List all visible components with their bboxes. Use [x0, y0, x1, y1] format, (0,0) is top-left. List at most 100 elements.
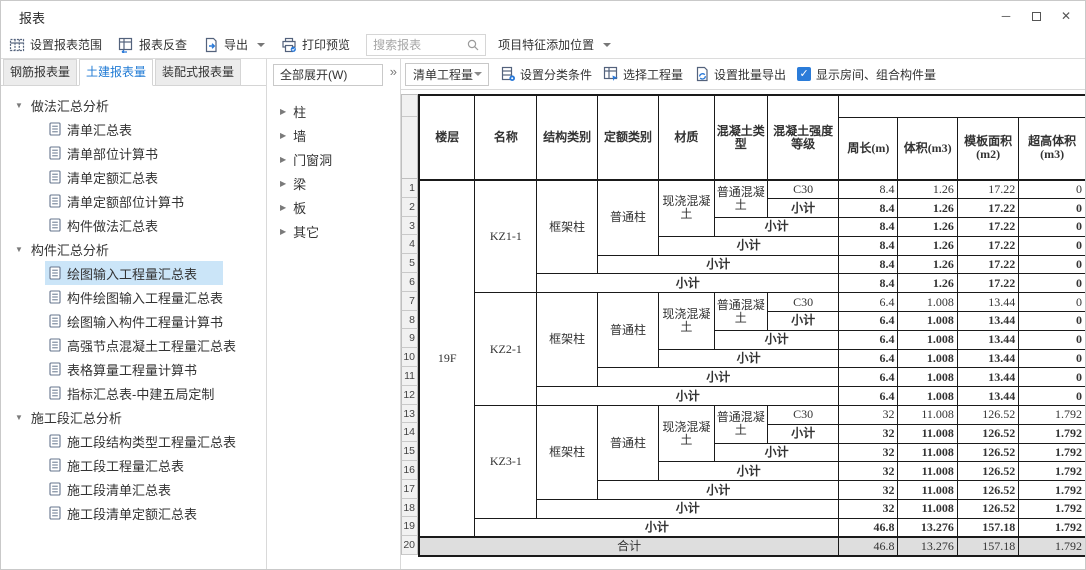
print-preview-button[interactable]: 打印预览: [281, 36, 350, 53]
report-tree-item[interactable]: 清单汇总表: [45, 117, 158, 141]
table-cell: 157.18: [957, 537, 1018, 556]
report-tree-item[interactable]: 构件绘图输入工程量汇总表: [45, 285, 249, 309]
table-header-cell: 结构类别: [537, 95, 598, 180]
row-number: 20: [401, 536, 418, 555]
tab-rebar-reports[interactable]: 钢筋报表量: [3, 59, 77, 85]
report-search-input[interactable]: [373, 36, 469, 54]
report-tree-item[interactable]: 绘图输入工程量汇总表: [45, 261, 223, 285]
table-header-cell: 混凝土强度等级: [767, 95, 839, 180]
expanded-arrow-icon: ▼: [15, 413, 23, 422]
select-quantity-label: 选择工程量: [623, 66, 683, 83]
close-button[interactable]: ✕: [1051, 1, 1081, 31]
search-icon: [466, 38, 480, 52]
expanded-arrow-icon: ▼: [15, 101, 23, 110]
table-cell: 小计: [598, 255, 839, 274]
quantity-summary-table: 楼层名称结构类别定额类别材质混凝土类型混凝土强度等级周长(m)体积(m3)模板面…: [418, 94, 1086, 557]
report-tree-item[interactable]: 清单部位计算书: [45, 141, 184, 165]
report-tree-item-label: 高强节点混凝土工程量汇总表: [67, 336, 236, 355]
report-backcheck-icon: [118, 37, 134, 53]
report-tree-item[interactable]: 构件做法汇总表: [45, 213, 184, 237]
maximize-icon: [1032, 12, 1041, 21]
table-cell: 13.44: [957, 349, 1018, 368]
report-tree-item[interactable]: 高强节点混凝土工程量汇总表: [45, 333, 262, 357]
select-quantity-icon: [603, 66, 619, 82]
show-room-combined-checkbox[interactable]: ✓: [797, 67, 811, 81]
maximize-button[interactable]: [1021, 1, 1051, 31]
batch-export-icon: [694, 66, 710, 82]
row-number: 7: [401, 292, 418, 311]
table-cell: 0: [1019, 293, 1086, 312]
table-cell: 普通柱: [598, 180, 659, 255]
report-tree-item[interactable]: 施工段工程量汇总表: [45, 453, 210, 477]
component-tree-item[interactable]: ▶柱: [267, 99, 400, 123]
batch-export-label: 设置批量导出: [714, 66, 786, 83]
table-cell: 0: [1019, 274, 1086, 293]
component-tree-item[interactable]: ▶板: [267, 195, 400, 219]
minimize-button[interactable]: ─: [991, 1, 1021, 31]
collapsed-arrow-icon: ▶: [280, 179, 286, 188]
expand-all-button[interactable]: 全部展开(W): [273, 64, 383, 86]
report-grid: 1234567891011121314151617181920 楼层名称结构类别…: [401, 94, 1086, 570]
report-tree-item[interactable]: 施工段结构类型工程量汇总表: [45, 429, 262, 453]
component-tree-item[interactable]: ▶其它: [267, 219, 400, 243]
component-panel: 全部展开(W) » ▶柱▶墙▶门窗洞▶梁▶板▶其它: [267, 59, 401, 570]
set-classification-button[interactable]: 设置分类条件: [500, 66, 592, 83]
feature-position-button[interactable]: 项目特征添加位置: [498, 36, 611, 53]
collapse-panel-icon[interactable]: »: [390, 64, 397, 79]
table-cell: 8.4: [839, 274, 898, 293]
tree-section-header[interactable]: ▼做法汇总分析: [1, 93, 266, 117]
table-cell: C30: [767, 293, 839, 312]
table-cell: 0: [1019, 180, 1086, 199]
component-tree-item[interactable]: ▶梁: [267, 171, 400, 195]
batch-export-button[interactable]: 设置批量导出: [694, 66, 786, 83]
report-tree-item[interactable]: 绘图输入构件工程量计算书: [45, 309, 249, 333]
component-tree-item-label: 门窗洞: [293, 150, 332, 169]
report-backcheck-button[interactable]: 报表反查: [118, 36, 187, 53]
export-button[interactable]: 导出: [203, 36, 265, 53]
table-cell: 11.008: [898, 406, 957, 425]
component-tree-item[interactable]: ▶墙: [267, 123, 400, 147]
tab-civil-reports[interactable]: 土建报表量: [79, 59, 153, 86]
report-tree-item[interactable]: 表格算量工程量计算书: [45, 357, 223, 381]
table-cell: 1.792: [1019, 518, 1086, 537]
report-tree-item[interactable]: 指标汇总表-中建五局定制: [45, 381, 240, 405]
table-cell: 普通柱: [598, 406, 659, 481]
table-cell: 1.008: [898, 293, 957, 312]
report-tree-item-label: 清单定额汇总表: [67, 168, 158, 187]
row-number: 13: [401, 405, 418, 424]
report-tree-item[interactable]: 清单定额汇总表: [45, 165, 184, 189]
table-cell: 1.26: [898, 274, 957, 293]
table-cell: 17.22: [957, 180, 1018, 199]
table-cell: 1.792: [1019, 500, 1086, 519]
document-icon: [49, 458, 61, 472]
collapsed-arrow-icon: ▶: [280, 155, 286, 164]
tab-prefab-reports[interactable]: 装配式报表量: [155, 59, 241, 85]
tree-section-header[interactable]: ▼构件汇总分析: [1, 237, 266, 261]
set-report-range-button[interactable]: 设置报表范围: [9, 36, 102, 53]
close-icon: ✕: [1061, 9, 1071, 23]
row-number: 6: [401, 273, 418, 292]
table-row: 19FKZ1-1框架柱普通柱现浇混凝土普通混凝土C308.41.2617.220: [419, 180, 1086, 199]
report-search-box: [366, 34, 486, 56]
component-tree-item[interactable]: ▶ 门窗洞: [267, 147, 400, 171]
table-cell: 小计: [658, 462, 838, 481]
component-tree-item-label: 板: [293, 198, 306, 217]
feature-position-label: 项目特征添加位置: [498, 36, 594, 53]
table-cell: 现浇混凝土: [658, 180, 714, 236]
report-tree-item[interactable]: 施工段清单汇总表: [45, 477, 197, 501]
table-cell: 11.008: [898, 462, 957, 481]
table-cell: 1.26: [898, 180, 957, 199]
document-icon: [49, 506, 61, 520]
quantity-type-dropdown[interactable]: 清单工程量: [405, 63, 489, 86]
collapsed-arrow-icon: ▶: [280, 131, 286, 140]
table-cell: 126.52: [957, 462, 1018, 481]
document-icon: [49, 290, 61, 304]
table-cell: 小计: [537, 387, 839, 406]
tree-section-header[interactable]: ▼施工段汇总分析: [1, 405, 266, 429]
report-tree-item[interactable]: 施工段清单定额汇总表: [45, 501, 223, 525]
report-tabbar: 钢筋报表量 土建报表量 装配式报表量: [1, 59, 266, 86]
select-quantity-button[interactable]: 选择工程量: [603, 66, 683, 83]
table-cell: 小计: [537, 274, 839, 293]
report-tree-item[interactable]: 清单定额部位计算书: [45, 189, 210, 213]
table-toolbar: 清单工程量 设置分类条件 选择工程量 设置批量导出 ✓ 显示房间、组合构件量: [401, 59, 1086, 90]
